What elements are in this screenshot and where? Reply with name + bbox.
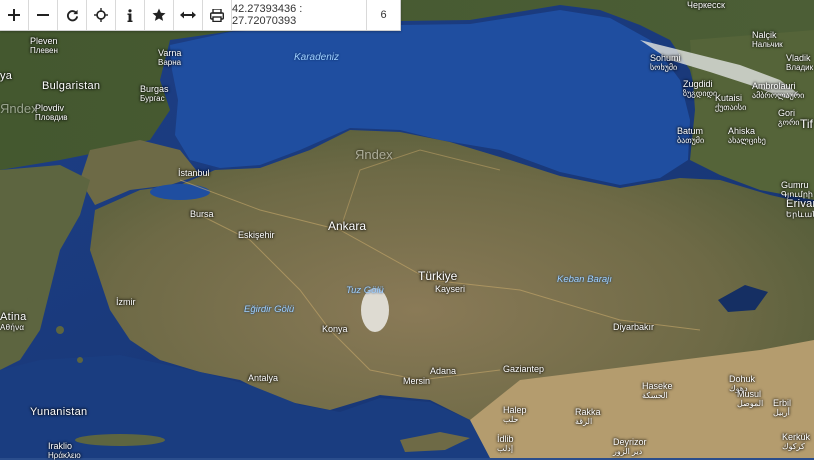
map-toolbar: 42.27393436 : 27.72070393 6 <box>0 0 401 31</box>
label-plovdiv: Plovdiv Пловдив <box>35 103 68 122</box>
label-keban-baraji: Keban Barajı <box>557 274 612 285</box>
label-kutaisi: Kutaisi ქუთაისი <box>715 93 747 112</box>
label-ahiska: Ahiska ახალციხე <box>728 126 766 145</box>
label-tif: Tif <box>800 117 813 131</box>
label-ankara: Ankara <box>328 219 367 233</box>
coordinates-readout: 42.27393436 : 27.72070393 <box>232 0 367 30</box>
label-erivan: ErivanԵրևան <box>786 198 814 219</box>
label-batum: Batum ბათუმი <box>677 126 705 145</box>
label-bursa: Bursa <box>190 209 214 219</box>
label-rakka: Rakka الرقة <box>575 407 601 426</box>
zoom-in-icon <box>8 9 20 21</box>
info-button[interactable] <box>116 0 145 30</box>
watermark-1: Яndex <box>0 101 38 116</box>
locate-button[interactable] <box>87 0 116 30</box>
zoom-out-button[interactable] <box>29 0 58 30</box>
satellite-map[interactable] <box>0 0 814 458</box>
label-kerkuk: Kerkük كركوك <box>782 432 811 451</box>
print-icon <box>210 8 224 22</box>
label-antalya: Antalya <box>248 373 279 383</box>
label-gumru: Gumru Գյումրի <box>781 180 813 199</box>
locate-icon <box>94 8 108 22</box>
label-izmir: İzmir <box>116 297 136 307</box>
label-erbil: Erbil أربيل <box>773 398 792 417</box>
crete-land <box>75 434 165 446</box>
label-ya: ya <box>0 70 13 82</box>
label-varna: Varna Варна <box>158 48 182 67</box>
refresh-button[interactable] <box>58 0 87 30</box>
star-icon <box>152 8 166 21</box>
favorite-button[interactable] <box>145 0 174 30</box>
label-tuz-golu: Tuz Gölü <box>346 285 384 296</box>
label-idlib: İdlib إدلب <box>497 434 514 453</box>
label-hasice: Haseke الحسكة <box>642 381 673 400</box>
zoom-out-icon <box>37 14 49 16</box>
label-eskisehir: Eskişehir <box>238 230 275 240</box>
label-iraklio: Iraklio Ηράκλειο <box>48 441 81 460</box>
refresh-icon <box>66 9 78 21</box>
watermark-2: Яndex <box>355 147 393 162</box>
label-halep: Halep حلب <box>503 405 527 424</box>
label-gaziantep: Gaziantep <box>503 364 545 374</box>
measure-icon <box>180 11 196 19</box>
label-gori: Gori გორი <box>778 108 800 127</box>
label-zugdidi: Zugdidi ზუგდიდი <box>683 79 718 98</box>
label-kayseri: Kayseri <box>435 284 466 294</box>
zoom-level: 6 <box>380 9 387 21</box>
label-egirdir-golu: Eğirdir Gölü <box>244 304 295 315</box>
label-vladik: Vladik Владик <box>786 53 814 72</box>
print-button[interactable] <box>203 0 232 30</box>
label-ambrolauri: Ambrolauri ამბროლაური <box>752 81 805 100</box>
label-karadeniz: Karadeniz <box>294 52 340 63</box>
label-cherkessk: Черкесск <box>687 0 725 10</box>
label-konya: Konya <box>322 324 348 334</box>
label-adana: Adana <box>430 366 457 376</box>
label-burgas: Burgas Бургас <box>140 84 169 103</box>
label-nalcik: Nalçik Нальчик <box>752 30 783 49</box>
label-istanbul: İstanbul <box>178 168 210 178</box>
label-yunanistan: Yunanistan <box>30 406 88 418</box>
label-sohumi: Sohumi სოხუმი <box>650 53 681 72</box>
label-pleven: Pleven Плевен <box>30 36 58 55</box>
label-atina: Atina Αθήνα <box>0 311 27 332</box>
label-diyarbakir: Diyarbakır <box>613 322 655 332</box>
measure-button[interactable] <box>174 0 203 30</box>
zoom-in-button[interactable] <box>0 0 29 30</box>
label-musul: Musul الموصل <box>737 389 764 408</box>
info-icon <box>127 8 133 22</box>
marmara-sea <box>150 184 210 200</box>
label-deyrizor: Deyrizor دير الزور <box>613 437 647 456</box>
label-turkiye: Türkiye <box>418 269 458 283</box>
label-bulgaristan: Bulgaristan <box>42 80 101 92</box>
label-mersin: Mersin <box>403 376 431 386</box>
